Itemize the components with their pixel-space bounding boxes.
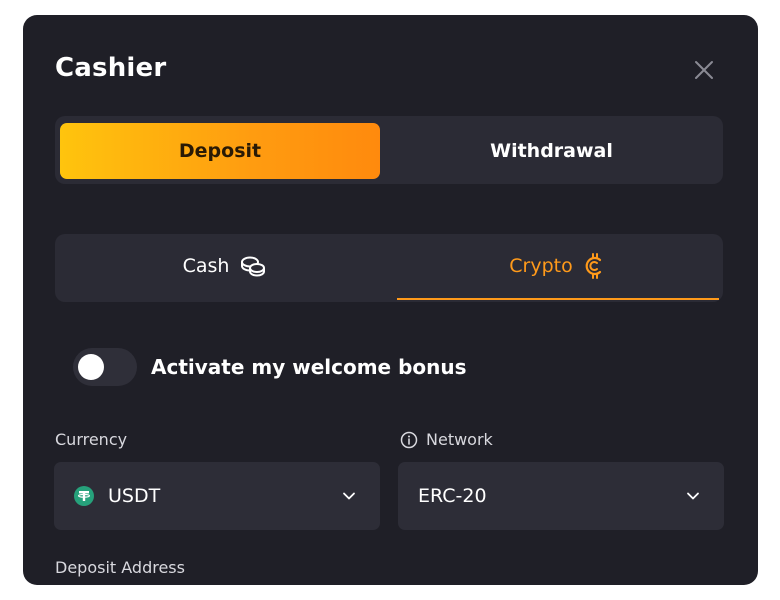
network-select[interactable]: ERC-20 <box>398 462 724 530</box>
network-value: ERC-20 <box>418 485 487 507</box>
payment-method-tabs: Cash Crypto <box>55 234 723 302</box>
deposit-address-label: Deposit Address <box>55 558 185 577</box>
welcome-bonus-label: Activate my welcome bonus <box>151 355 467 379</box>
currency-value: USDT <box>108 485 161 507</box>
tab-cash[interactable]: Cash <box>55 234 395 298</box>
currency-label: Currency <box>55 430 127 449</box>
network-label-text: Network <box>426 430 493 449</box>
chevron-down-icon <box>343 492 355 500</box>
close-icon[interactable] <box>691 57 717 83</box>
tab-deposit[interactable]: Deposit <box>60 123 380 179</box>
deposit-withdrawal-tabs: Deposit Withdrawal <box>55 116 723 184</box>
network-label: Network <box>400 430 493 449</box>
tether-icon <box>74 486 94 506</box>
info-icon[interactable] <box>400 431 418 449</box>
tab-crypto[interactable]: Crypto <box>397 234 719 300</box>
chevron-down-icon <box>687 492 699 500</box>
tab-crypto-label: Crypto <box>509 255 573 277</box>
coins-icon <box>241 256 266 277</box>
tab-withdrawal[interactable]: Withdrawal <box>385 123 718 179</box>
modal-title: Cashier <box>55 53 167 83</box>
cashier-modal: Cashier Deposit Withdrawal Cash Crypto A… <box>23 15 758 585</box>
welcome-bonus-row: Activate my welcome bonus <box>73 347 467 387</box>
crypto-coin-icon <box>585 253 601 279</box>
toggle-knob <box>78 354 104 380</box>
currency-select[interactable]: USDT <box>54 462 380 530</box>
tab-cash-label: Cash <box>182 255 230 277</box>
welcome-bonus-toggle[interactable] <box>73 348 137 386</box>
currency-label-text: Currency <box>55 430 128 449</box>
